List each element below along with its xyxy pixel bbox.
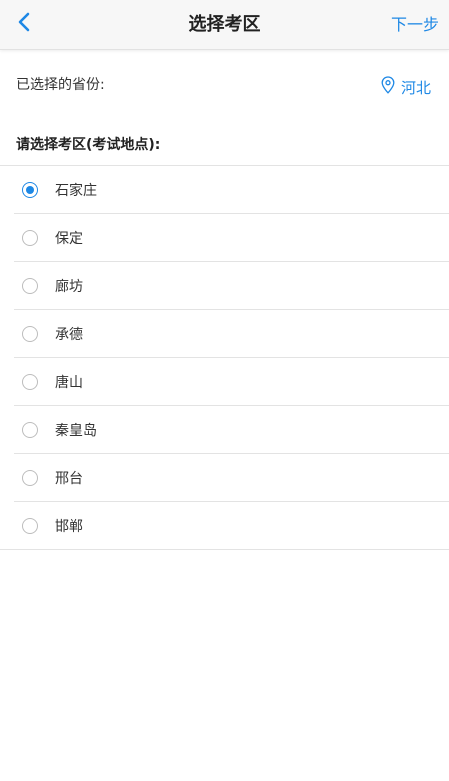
list-item[interactable]: 承德 <box>0 310 449 358</box>
list-item-label: 秦皇岛 <box>55 423 97 439</box>
list-item[interactable]: 廊坊 <box>0 262 449 310</box>
radio-unchecked-icon[interactable] <box>22 518 38 534</box>
section-title: 请选择考区(考试地点): <box>0 120 449 166</box>
list-item[interactable]: 石家庄 <box>0 166 449 214</box>
radio-unchecked-icon[interactable] <box>22 422 38 438</box>
radio-unchecked-icon[interactable] <box>22 470 38 486</box>
next-step-button[interactable]: 下一步 <box>391 0 439 50</box>
selected-province-row: 已选择的省份: 河北 <box>0 50 449 120</box>
list-item-label: 保定 <box>55 231 83 247</box>
selected-province-label: 已选择的省份: <box>16 77 105 93</box>
list-item-label: 石家庄 <box>55 183 97 199</box>
navbar: 选择考区 下一步 <box>0 0 449 50</box>
selected-province-value[interactable]: 河北 <box>381 76 431 98</box>
list-item[interactable]: 唐山 <box>0 358 449 406</box>
radio-checked-icon[interactable] <box>22 182 38 198</box>
list-item-label: 承德 <box>55 327 83 343</box>
page-title: 选择考区 <box>188 14 261 35</box>
list-item-label: 唐山 <box>55 375 83 391</box>
list-item-label: 邯郸 <box>55 519 83 535</box>
radio-unchecked-icon[interactable] <box>22 230 38 246</box>
list-item[interactable]: 邯郸 <box>0 502 449 550</box>
list-item[interactable]: 邢台 <box>0 454 449 502</box>
radio-unchecked-icon[interactable] <box>22 278 38 294</box>
location-pin-icon <box>381 76 395 98</box>
list-item[interactable]: 秦皇岛 <box>0 406 449 454</box>
exam-area-list: 石家庄保定廊坊承德唐山秦皇岛邢台邯郸 <box>0 166 449 550</box>
list-item-label: 邢台 <box>55 471 83 487</box>
list-item[interactable]: 保定 <box>0 214 449 262</box>
radio-dot <box>26 186 34 194</box>
radio-unchecked-icon[interactable] <box>22 374 38 390</box>
province-name: 河北 <box>400 78 431 97</box>
radio-unchecked-icon[interactable] <box>22 326 38 342</box>
list-item-label: 廊坊 <box>55 279 83 295</box>
